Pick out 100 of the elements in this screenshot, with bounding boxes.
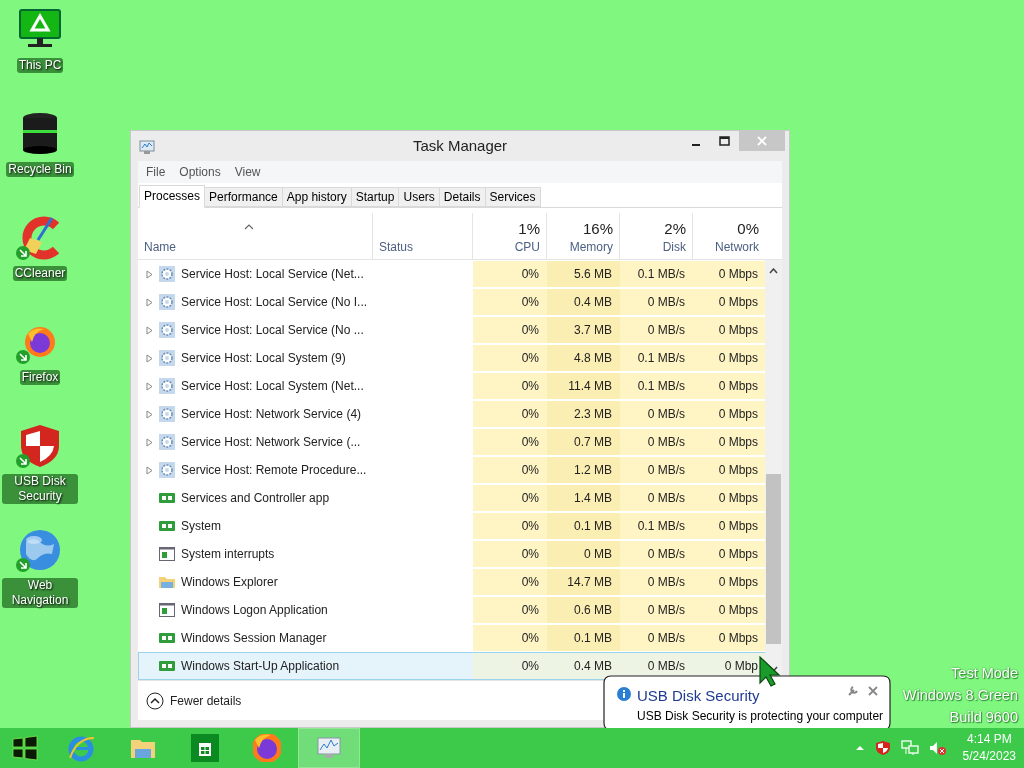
process-row[interactable]: Service Host: Local System (9) 0% 4.8 MB 0.1 MB/s 0 Mbps bbox=[138, 344, 765, 372]
table-cell: 0% bbox=[473, 457, 547, 483]
menu-item[interactable]: File bbox=[146, 163, 166, 181]
column-header[interactable]: Disk bbox=[626, 239, 686, 255]
table-cell: 0% bbox=[473, 513, 547, 539]
process-row[interactable]: Service Host: Network Service (4) 0% 2.3 MB 0 MB/s 0 Mbps bbox=[138, 400, 765, 428]
menu-item[interactable]: View bbox=[234, 163, 261, 181]
network-icon[interactable] bbox=[900, 740, 919, 756]
table-cell: 0.4 MB bbox=[547, 289, 620, 315]
expand-icon[interactable] bbox=[146, 437, 153, 447]
table-cell: 0 Mbps bbox=[693, 317, 766, 343]
wrench-icon[interactable] bbox=[847, 685, 859, 697]
tab[interactable]: Users bbox=[398, 187, 440, 207]
notification-title: USB Disk Security bbox=[637, 686, 760, 706]
scrollbar-thumb[interactable] bbox=[766, 474, 781, 644]
show-hidden-icons-icon[interactable] bbox=[854, 745, 865, 751]
process-name: Service Host: Remote Procedure... bbox=[181, 462, 367, 479]
tab[interactable]: App history bbox=[281, 187, 352, 207]
expand-icon[interactable] bbox=[146, 381, 153, 391]
process-row[interactable]: System interrupts 0% 0 MB 0 MB/s 0 Mbps bbox=[138, 540, 765, 568]
process-name: Service Host: Network Service (... bbox=[181, 434, 361, 451]
store-icon bbox=[191, 734, 219, 762]
column-header[interactable]: Name bbox=[144, 239, 366, 255]
process-row[interactable]: Windows Session Manager 0% 0.1 MB 0 MB/s 0 Mbps bbox=[138, 624, 765, 652]
shield-icon[interactable] bbox=[874, 740, 891, 756]
process-name: Windows Logon Application bbox=[181, 602, 328, 619]
table-cell: 0% bbox=[473, 541, 547, 567]
table-cell: 0.1 MB/s bbox=[620, 373, 693, 399]
table-cell: 0 Mbps bbox=[693, 401, 766, 427]
table-cell: 0% bbox=[473, 289, 547, 315]
volume-muted-icon[interactable] bbox=[928, 740, 947, 756]
table-cell: 4.8 MB bbox=[547, 345, 620, 371]
column-header[interactable]: CPU bbox=[479, 239, 540, 255]
process-name: System interrupts bbox=[181, 546, 275, 563]
table-cell: 0.1 MB/s bbox=[620, 261, 693, 287]
expand-icon[interactable] bbox=[146, 353, 153, 363]
fewer-details-button[interactable]: Fewer details bbox=[146, 691, 242, 710]
expand-icon[interactable] bbox=[146, 269, 153, 279]
gear-icon bbox=[159, 434, 175, 450]
process-row[interactable]: Service Host: Network Service (... 0% 0.7 MB 0 MB/s 0 Mbps bbox=[138, 428, 765, 456]
table-cell: 0 MB/s bbox=[620, 289, 693, 315]
folder-icon bbox=[159, 574, 175, 590]
table-cell: 0 Mbps bbox=[693, 625, 766, 651]
table-cell: 0 MB/s bbox=[620, 485, 693, 511]
table-cell: 0 Mbps bbox=[693, 485, 766, 511]
expand-icon[interactable] bbox=[146, 325, 153, 335]
column-header[interactable]: Network bbox=[699, 239, 759, 255]
process-row[interactable]: Service Host: Local Service (No ... 0% 3.7 MB 0 MB/s 0 Mbps bbox=[138, 316, 765, 344]
process-row[interactable]: Service Host: Remote Procedure... 0% 1.2 MB 0 MB/s 0 Mbps bbox=[138, 456, 765, 484]
clock-date: 5/24/2023 bbox=[962, 748, 1016, 765]
table-cell: 0 MB/s bbox=[620, 401, 693, 427]
expand-icon[interactable] bbox=[146, 409, 153, 419]
table-cell: 5.6 MB bbox=[547, 261, 620, 287]
scroll-up-icon[interactable] bbox=[769, 268, 778, 274]
process-row[interactable]: Windows Logon Application 0% 0.6 MB 0 MB/s 0 Mbps bbox=[138, 596, 765, 624]
process-row[interactable]: Service Host: Local Service (No I... 0% 0.4 MB 0 MB/s 0 Mbps bbox=[138, 288, 765, 316]
table-cell: 0 Mbps bbox=[693, 261, 766, 287]
table-cell: 0.1 MB bbox=[547, 625, 620, 651]
desktop-icon-label[interactable]: Web Navigation bbox=[2, 578, 78, 608]
expand-icon[interactable] bbox=[146, 465, 153, 475]
process-row[interactable]: Services and Controller app 0% 1.4 MB 0 MB/s 0 Mbps bbox=[138, 484, 765, 512]
desktop-icon-label[interactable]: Firefox bbox=[19, 370, 61, 385]
tab[interactable]: Processes bbox=[139, 185, 206, 208]
column-percent: 16% bbox=[581, 219, 613, 239]
table-cell: 0% bbox=[473, 597, 547, 623]
table-cell: 0 Mbps bbox=[693, 373, 766, 399]
menu-item[interactable]: Options bbox=[179, 163, 221, 181]
column-header[interactable]: Memory bbox=[553, 239, 613, 255]
process-row[interactable]: System 0% 0.1 MB 0.1 MB/s 0 Mbps bbox=[138, 512, 765, 540]
process-row[interactable]: Windows Explorer 0% 14.7 MB 0 MB/s 0 Mbps bbox=[138, 568, 765, 596]
tab[interactable]: Performance bbox=[204, 187, 283, 207]
column-percent: 2% bbox=[663, 219, 686, 239]
column-percent: 0% bbox=[736, 219, 759, 239]
table-cell: 0% bbox=[473, 625, 547, 651]
table-cell: 0 Mbps bbox=[693, 345, 766, 371]
table-cell: 3.7 MB bbox=[547, 317, 620, 343]
process-row[interactable]: Windows Start-Up Application 0% 0.4 MB 0 MB/s 0 Mbp bbox=[138, 652, 765, 680]
process-row[interactable]: Service Host: Local System (Net... 0% 11.4 MB 0.1 MB/s 0 Mbps bbox=[138, 372, 765, 400]
app-window-icon bbox=[159, 490, 175, 506]
gear-icon bbox=[159, 378, 175, 394]
table-cell: 0% bbox=[473, 345, 547, 371]
desktop-icon-label[interactable]: CCleaner bbox=[12, 266, 68, 281]
window-icon bbox=[159, 602, 175, 618]
table-cell: 11.4 MB bbox=[547, 373, 620, 399]
close-icon[interactable] bbox=[868, 686, 878, 696]
desktop-icon-label[interactable]: USB Disk Security bbox=[2, 474, 78, 504]
clock-time: 4:14 PM bbox=[965, 731, 1013, 748]
info-icon bbox=[617, 687, 631, 701]
process-name: Service Host: Local System (9) bbox=[181, 350, 346, 367]
table-cell: 0 Mbps bbox=[693, 513, 766, 539]
expand-icon[interactable] bbox=[146, 297, 153, 307]
table-cell: 0.1 MB/s bbox=[620, 513, 693, 539]
gear-icon bbox=[159, 294, 175, 310]
column-header[interactable]: Status bbox=[379, 239, 466, 255]
desktop-icon-label[interactable]: Recycle Bin bbox=[6, 162, 74, 177]
sort-icon[interactable] bbox=[244, 224, 254, 230]
tab[interactable]: Details bbox=[438, 187, 486, 207]
tab[interactable]: Startup bbox=[350, 187, 400, 207]
process-row[interactable]: Service Host: Local Service (Net... 0% 5.6 MB 0.1 MB/s 0 Mbps bbox=[138, 260, 765, 288]
tab[interactable]: Services bbox=[484, 187, 541, 207]
